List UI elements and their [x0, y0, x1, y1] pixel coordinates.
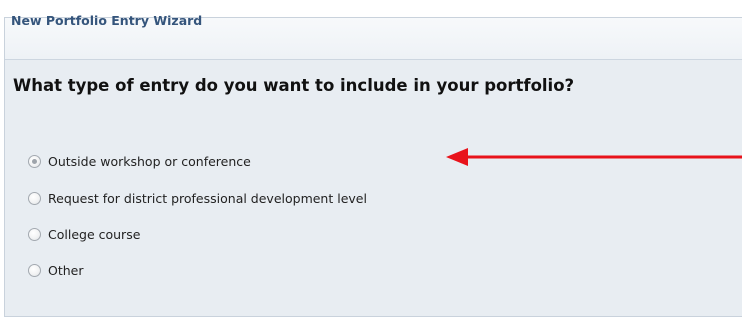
option-label-other: Other: [48, 262, 84, 278]
option-district-pd-request[interactable]: Request for district professional develo…: [28, 188, 367, 208]
option-college-course[interactable]: College course: [28, 224, 140, 244]
radio-college-course[interactable]: [28, 227, 41, 241]
option-label-college-course: College course: [48, 226, 141, 242]
radio-district-pd-request[interactable]: [28, 191, 41, 205]
option-other[interactable]: Other: [28, 260, 84, 280]
radio-outside-workshop[interactable]: [28, 154, 41, 168]
entry-type-question: What type of entry do you want to includ…: [13, 76, 575, 95]
option-outside-workshop[interactable]: Outside workshop or conference: [28, 151, 251, 171]
option-label-district-pd-request: Request for district professional develo…: [48, 190, 367, 206]
wizard-title: New Portfolio Entry Wizard: [11, 13, 203, 28]
option-label-outside-workshop: Outside workshop or conference: [48, 153, 251, 169]
radio-other[interactable]: [28, 263, 41, 277]
